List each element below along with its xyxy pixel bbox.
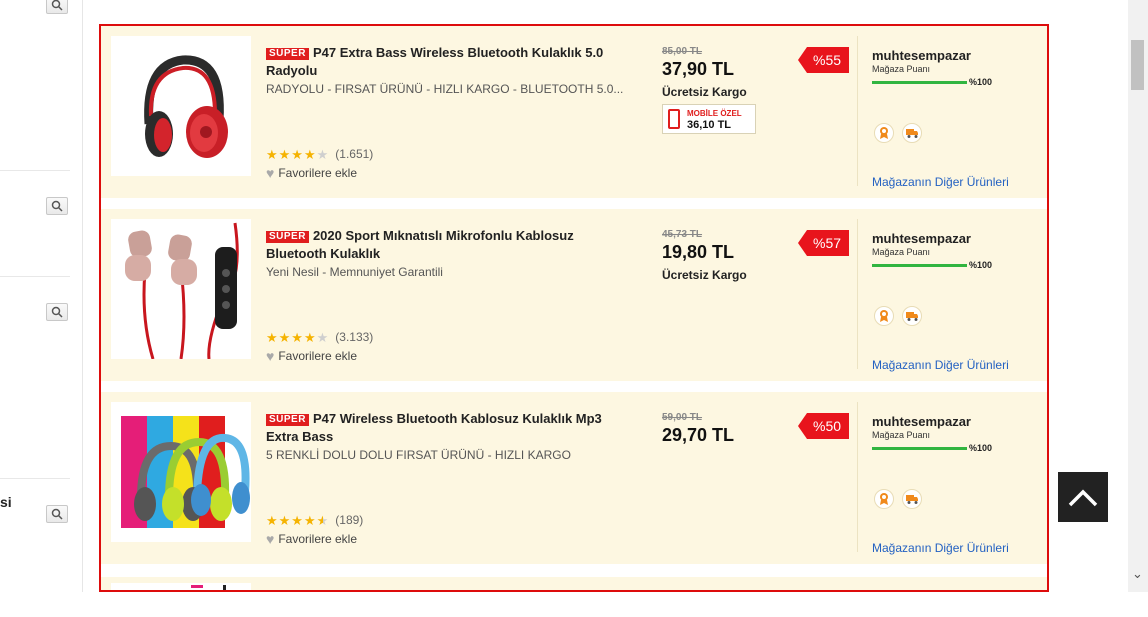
product-card[interactable]: SÜPER P47 Extra Bass Wireless Bluetooth K…: [101, 26, 1047, 198]
filter-divider: [0, 276, 70, 277]
colorful-headphones-icon: [121, 416, 250, 528]
price: 37,90 TL: [662, 59, 735, 79]
filter-sidebar: si: [0, 0, 83, 592]
super-badge: SÜPER: [266, 231, 309, 243]
chevron-down-icon[interactable]: ⌄: [1132, 566, 1143, 582]
price: 19,80 TL: [662, 242, 735, 262]
filter-search-button-2[interactable]: [46, 197, 68, 215]
product-subtitle: 5 RENKLİ DOLU DOLU FIRSAT ÜRÜNÜ - HIZLI …: [266, 448, 571, 462]
store-score-bar: [872, 264, 967, 267]
review-count: (3.133): [335, 330, 374, 344]
free-shipping-label: Ücretsiz Kargo: [662, 85, 747, 99]
review-count: (189): [335, 513, 364, 527]
product-rating: ★★★★★ (189): [266, 513, 363, 527]
discount-badge: %50: [797, 413, 850, 439]
product-subtitle: Yeni Nesil - Memnuniyet Garantili: [266, 265, 443, 279]
free-shipping-label: Ücretsiz Kargo: [662, 268, 747, 282]
chevron-up-icon: [1068, 489, 1098, 507]
store-score: %100: [969, 260, 993, 270]
filter-divider: [0, 478, 70, 479]
price: 29,70 TL: [662, 425, 735, 445]
store-score: %100: [969, 77, 993, 87]
store-other-products-link[interactable]: Mağazanın Diğer Ürünleri: [872, 358, 1009, 372]
product-card-partial[interactable]: [101, 577, 1047, 590]
product-card[interactable]: SÜPER 2020 Sport Mıknatıslı Mikrofonlu Ka…: [101, 209, 1047, 381]
add-to-favorites[interactable]: ♥ Favorilere ekle: [266, 166, 357, 180]
review-count: (1.651): [335, 147, 374, 161]
filter-divider: [0, 170, 70, 171]
store-name[interactable]: muhtesempazar: [872, 231, 971, 246]
product-rating: ★★★★★ (3.133): [266, 330, 373, 344]
store-name[interactable]: muhtesempazar: [872, 48, 971, 63]
heart-icon: ♥: [266, 348, 275, 364]
super-badge: SÜPER: [266, 414, 309, 426]
award-icon: [874, 123, 894, 143]
store-name[interactable]: muhtesempazar: [872, 414, 971, 429]
product-title[interactable]: SÜPER P47 Wireless Bluetooth Kablosuz Kul…: [266, 410, 636, 446]
add-to-favorites[interactable]: ♥ Favorilere ekle: [266, 349, 357, 363]
heart-icon: ♥: [266, 165, 275, 181]
product-image-partial-icon: [111, 583, 251, 590]
favorite-label: Favorilere ekle: [278, 532, 358, 546]
product-subtitle: RADYOLU - FIRSAT ÜRÜNÜ - HIZLI KARGO - B…: [266, 82, 624, 96]
search-icon: [51, 508, 63, 520]
product-image[interactable]: [111, 402, 251, 542]
column-divider: [857, 36, 858, 186]
store-score: %100: [969, 443, 993, 453]
product-image[interactable]: [111, 219, 251, 359]
filter-search-button-1[interactable]: [46, 0, 68, 14]
page-scrollbar[interactable]: ⌄: [1128, 0, 1148, 592]
heart-icon: ♥: [266, 531, 275, 547]
store-score-label: Mağaza Puanı: [872, 430, 931, 440]
column-divider: [857, 219, 858, 369]
fast-shipping-truck-icon: [902, 489, 922, 509]
store-score-bar: [872, 447, 967, 450]
mobile-special-amount: 36,10 TL: [687, 119, 732, 131]
rating-stars-icon: ★★★★★: [266, 329, 330, 345]
fast-shipping-truck-icon: [902, 306, 922, 326]
award-icon: [874, 306, 894, 326]
scroll-to-top-button[interactable]: [1058, 472, 1108, 522]
product-image[interactable]: [111, 36, 251, 176]
product-title[interactable]: SÜPER P47 Extra Bass Wireless Bluetooth K…: [266, 44, 636, 80]
add-to-favorites[interactable]: ♥ Favorilere ekle: [266, 532, 357, 546]
red-headphones-icon: [144, 55, 228, 158]
product-title-text: P47 Wireless Bluetooth Kablosuz Kulaklık…: [266, 411, 602, 444]
search-icon: [51, 0, 63, 11]
fast-shipping-truck-icon: [902, 123, 922, 143]
search-icon: [51, 200, 63, 212]
scrollbar-thumb[interactable]: [1131, 40, 1144, 90]
favorite-label: Favorilere ekle: [278, 349, 358, 363]
product-title[interactable]: SÜPER 2020 Sport Mıknatıslı Mikrofonlu Ka…: [266, 227, 636, 263]
rating-stars-icon: ★★★★★: [266, 512, 330, 528]
old-price: 59,00 TL: [662, 412, 703, 423]
store-score-label: Mağaza Puanı: [872, 64, 931, 74]
column-divider: [857, 402, 858, 552]
favorite-label: Favorilere ekle: [278, 166, 358, 180]
product-card[interactable]: SÜPER P47 Wireless Bluetooth Kablosuz Kul…: [101, 392, 1047, 564]
product-rating: ★★★★★ (1.651): [266, 147, 373, 161]
store-score-bar: [872, 81, 967, 84]
search-icon: [51, 306, 63, 318]
product-list: SÜPER P47 Extra Bass Wireless Bluetooth K…: [99, 24, 1049, 592]
product-title-text: P47 Extra Bass Wireless Bluetooth Kulakl…: [266, 45, 604, 78]
filter-search-button-4[interactable]: [46, 505, 68, 523]
mobile-phone-icon: [668, 109, 680, 129]
sport-earphones-icon: [125, 222, 239, 359]
mobile-special-label: MOBİLE ÖZEL: [687, 109, 742, 118]
rating-stars-icon: ★★★★★: [266, 146, 330, 162]
store-other-products-link[interactable]: Mağazanın Diğer Ürünleri: [872, 541, 1009, 555]
product-title-text: 2020 Sport Mıknatıslı Mikrofonlu Kablosu…: [266, 228, 574, 261]
discount-badge: %57: [797, 230, 850, 256]
award-icon: [874, 489, 894, 509]
super-badge: SÜPER: [266, 48, 309, 60]
old-price: 45,73 TL: [662, 229, 703, 240]
old-price: 85,00 TL: [662, 46, 703, 57]
mobile-special-price: MOBİLE ÖZEL 36,10 TL: [662, 104, 756, 134]
filter-section-label: si: [0, 494, 12, 510]
store-other-products-link[interactable]: Mağazanın Diğer Ürünleri: [872, 175, 1009, 189]
store-score-label: Mağaza Puanı: [872, 247, 931, 257]
filter-search-button-3[interactable]: [46, 303, 68, 321]
discount-badge: %55: [797, 47, 850, 73]
